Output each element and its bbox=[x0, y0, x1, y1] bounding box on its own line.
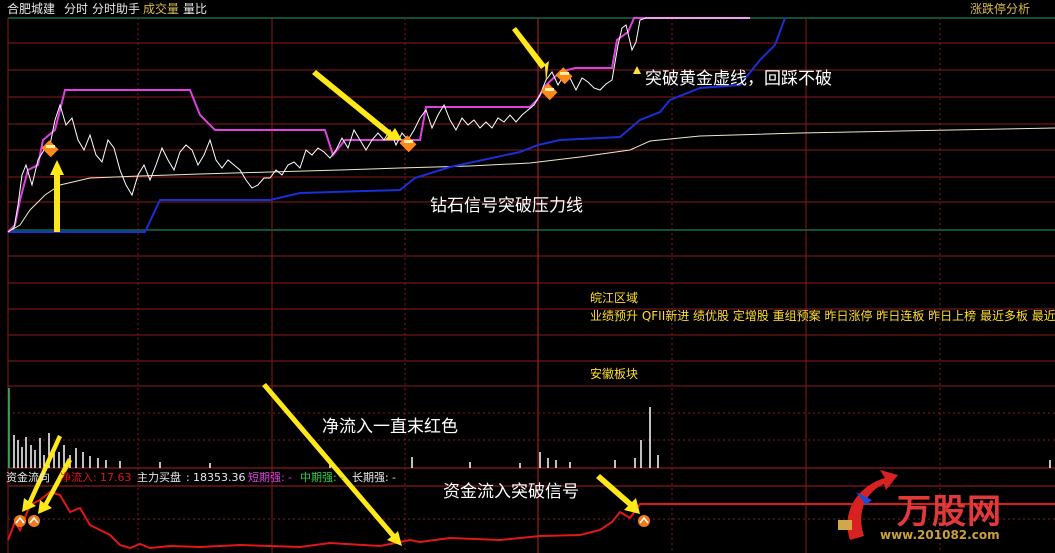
tab-ratio[interactable]: 量比 bbox=[183, 0, 207, 18]
short-strength-colon: : bbox=[281, 471, 285, 484]
annotation-net-inflow: 净流入一直末红色 bbox=[322, 417, 458, 437]
arrow-to-fund-low bbox=[262, 383, 402, 546]
watermark-url: www.201082.com bbox=[880, 528, 1000, 542]
diamond-signal-3 bbox=[540, 83, 558, 101]
limit-analysis-button[interactable]: 涨跌停分析 bbox=[970, 0, 1030, 18]
price-grid bbox=[8, 17, 1055, 520]
average-price-line bbox=[7, 127, 1055, 233]
main-buy-label: 主力买盘 bbox=[137, 471, 181, 484]
volume-bars bbox=[8, 388, 1051, 468]
intraday-chart-window: 合肥城建 分时 分时助手 成交量 量比 涨跌停分析 突破黄金虚线，回踩不破 钻石… bbox=[0, 0, 1055, 553]
watermark-logo: 万股网 bbox=[897, 492, 1002, 532]
fund-flow-title: 资金流向 bbox=[6, 471, 50, 484]
sector-label: 安徽板块 bbox=[590, 367, 639, 381]
fund-signal-icon-2 bbox=[28, 515, 40, 527]
mid-strength-value: - bbox=[340, 471, 344, 484]
mid-strength-colon: : bbox=[333, 471, 337, 484]
tab-intraday[interactable]: 分时 bbox=[64, 0, 88, 18]
tab-volume[interactable]: 成交量 bbox=[143, 0, 179, 18]
fund-signal-icon-1 bbox=[14, 515, 26, 527]
arrow-up-left bbox=[50, 160, 64, 232]
short-strength-label: 短期强 bbox=[248, 471, 281, 484]
annotation-golden-line: 突破黄金虚线，回踩不破 bbox=[645, 69, 832, 89]
main-buy-value: 18353.36 bbox=[193, 471, 246, 484]
annotation-diamond-signal: 钻石信号突破压力线 bbox=[430, 196, 583, 216]
net-inflow-value: 17.63 bbox=[100, 471, 132, 484]
long-strength-value: - bbox=[392, 471, 396, 484]
short-strength-value: - bbox=[288, 471, 292, 484]
arrow-to-diamond-3 bbox=[512, 27, 549, 82]
diamond-signal-1 bbox=[41, 140, 59, 158]
mid-strength-label: 中期强 bbox=[300, 471, 333, 484]
concepts-label: 业绩预升 QFII新进 绩优股 定增股 重组预案 昨日涨停 昨日连板 昨日上榜 … bbox=[590, 309, 1055, 323]
main-buy-colon: : bbox=[186, 471, 190, 484]
net-inflow-label: 净流入 bbox=[60, 471, 93, 484]
tab-helper[interactable]: 分时助手 bbox=[92, 0, 140, 18]
region-label: 皖江区域 bbox=[590, 291, 639, 305]
stock-name: 合肥城建 bbox=[7, 2, 56, 16]
fund-signal-icon-3 bbox=[638, 515, 650, 527]
chart-header: 合肥城建 分时 分时助手 成交量 量比 涨跌停分析 bbox=[0, 0, 1055, 18]
net-inflow-colon: : bbox=[93, 471, 97, 484]
long-strength-label: 长期强 bbox=[352, 471, 385, 484]
long-strength-colon: : bbox=[385, 471, 389, 484]
support-line bbox=[8, 17, 786, 233]
